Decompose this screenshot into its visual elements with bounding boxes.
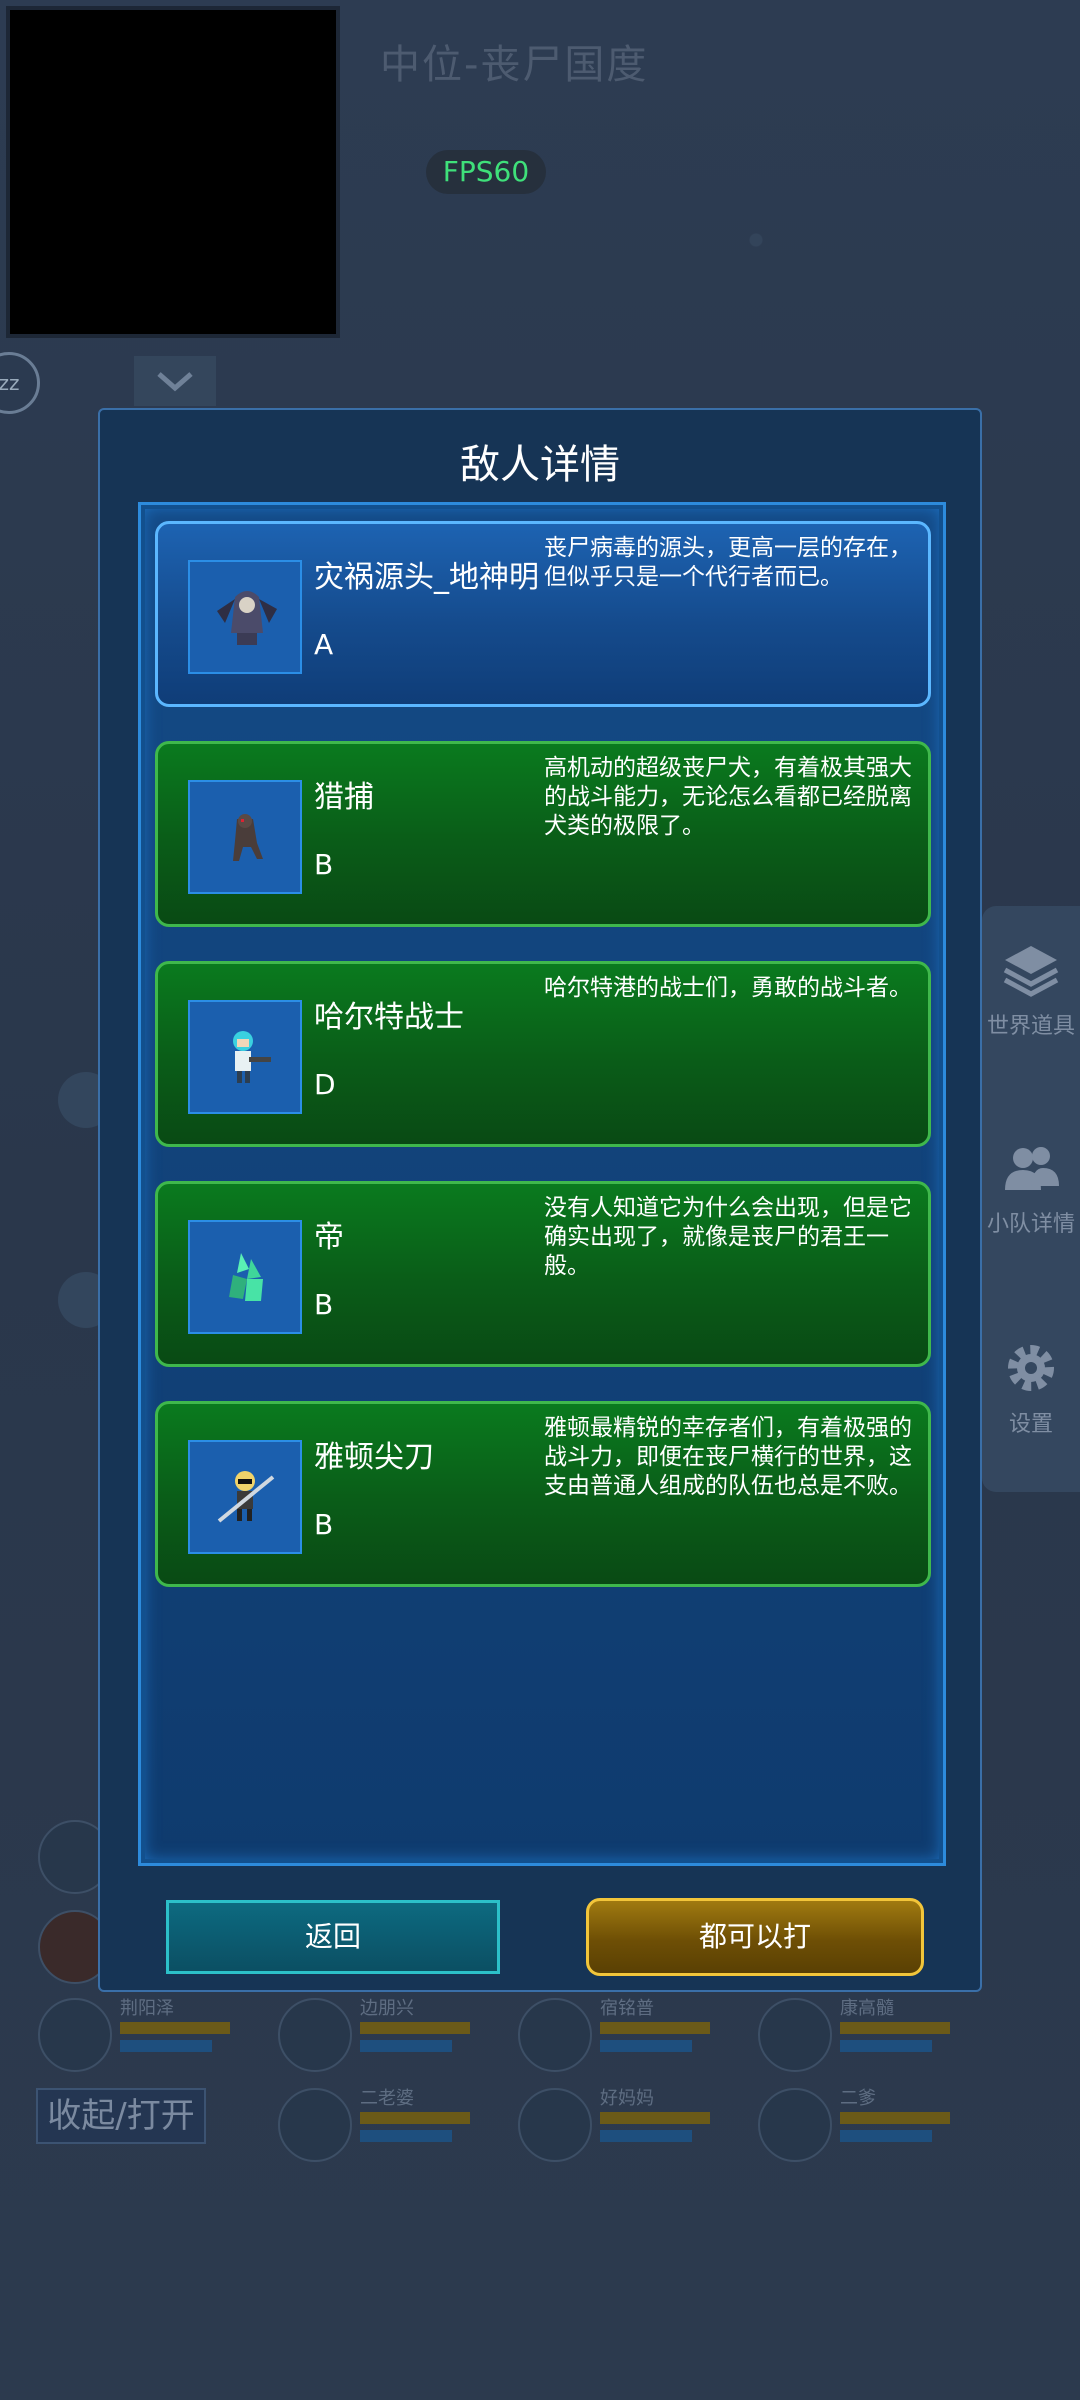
enemy-description: 雅顿最精锐的幸存者们，有着极强的战斗力，即便在丧尸横行的世界，这支由普通人组成的… <box>544 1415 912 1499</box>
enemy-list[interactable]: 灾祸源头_地神明 A 丧尸病毒的源头，更高一层的存在，但似乎只是一个代行者而已。… <box>138 502 946 1866</box>
stage-title: 中位-丧尸国度 <box>380 42 649 88</box>
team-member[interactable]: 二老婆 <box>278 2088 498 2168</box>
team-member[interactable]: 荆阳泽 <box>38 1998 258 2078</box>
avatar <box>278 2088 352 2162</box>
enemy-card[interactable]: 帝 B 没有人知道它为什么会出现，但是它确实出现了，就像是丧尸的君王一般。 <box>155 1181 931 1367</box>
collapse-arrow-button[interactable] <box>134 356 216 406</box>
enemy-name: 灾祸源头_地神明 <box>314 560 539 595</box>
hp-bar <box>840 2112 950 2124</box>
member-name: 宿铭普 <box>600 1998 654 2019</box>
back-button[interactable]: 返回 <box>166 1900 500 1974</box>
collapse-toggle-button[interactable]: 收起/打开 <box>36 2088 206 2144</box>
avatar <box>758 2088 832 2162</box>
side-item-team-details[interactable]: 小队详情 <box>982 1104 1080 1264</box>
team-member[interactable]: 边朋兴 <box>278 1998 498 2078</box>
member-name: 二老婆 <box>360 2088 414 2109</box>
mp-bar <box>600 2040 692 2052</box>
enemy-card[interactable]: 雅顿尖刀 B 雅顿最精锐的幸存者们，有着极强的战斗力，即便在丧尸横行的世界，这支… <box>155 1401 931 1587</box>
enemy-description: 哈尔特港的战士们，勇敢的战斗者。 <box>544 975 912 1001</box>
member-name: 康高髓 <box>840 1998 894 2019</box>
enemy-rank: B <box>314 1508 334 1541</box>
member-name: 边朋兴 <box>360 1998 414 2019</box>
enemy-details-dialog: 敌人详情 灾祸源头_地神明 A 丧尸病毒的源头，更高一层的存在，但似乎只是一个代… <box>98 408 982 1992</box>
hp-bar <box>360 2022 470 2034</box>
member-name: 荆阳泽 <box>120 1998 174 2019</box>
team-member[interactable]: 宿铭普 <box>518 1998 738 2078</box>
soldier-sprite-icon <box>233 1031 271 1083</box>
mp-bar <box>360 2130 452 2142</box>
enemy-description: 高机动的超级丧尸犬，有着极其强大的战斗能力，无论怎么看都已经脱离犬类的极限了。 <box>544 755 912 839</box>
enemy-rank: D <box>314 1068 336 1101</box>
zombie-dog-sprite-icon <box>233 814 263 861</box>
avatar <box>518 2088 592 2162</box>
gear-icon <box>1008 1345 1054 1391</box>
mp-bar <box>120 2040 212 2052</box>
dialog-title: 敌人详情 <box>460 442 620 488</box>
enemy-card[interactable]: 猎捕 B 高机动的超级丧尸犬，有着极其强大的战斗能力，无论怎么看都已经脱离犬类的… <box>155 741 931 927</box>
team-member[interactable]: 好妈妈 <box>518 2088 738 2168</box>
mp-bar <box>600 2130 692 2142</box>
enemy-card[interactable]: 灾祸源头_地神明 A 丧尸病毒的源头，更高一层的存在，但似乎只是一个代行者而已。 <box>155 521 931 707</box>
enemy-name: 帝 <box>314 1220 344 1255</box>
reaper-sprite-icon <box>217 591 277 645</box>
mp-bar <box>840 2130 932 2142</box>
mp-bar <box>840 2040 932 2052</box>
enemy-portrait <box>188 1440 302 1554</box>
side-item-settings[interactable]: 设置 <box>982 1304 1080 1464</box>
mp-bar <box>360 2040 452 2052</box>
can-fight-all-button[interactable]: 都可以打 <box>586 1898 924 1976</box>
enemy-rank: B <box>314 848 334 881</box>
crystal-king-sprite-icon <box>229 1253 263 1301</box>
hp-bar <box>120 2022 230 2034</box>
enemy-name: 哈尔特战士 <box>314 1000 464 1035</box>
fps-counter: FPS60 <box>426 150 546 194</box>
enemy-rank: A <box>314 628 334 661</box>
hp-bar <box>840 2022 950 2034</box>
side-item-label: 设置 <box>1008 1412 1053 1437</box>
avatar <box>518 1998 592 2072</box>
enemy-name: 猎捕 <box>314 780 374 815</box>
enemy-card[interactable]: 哈尔特战士 D 哈尔特港的战士们，勇敢的战斗者。 <box>155 961 931 1147</box>
enemy-name: 雅顿尖刀 <box>314 1440 434 1475</box>
avatar <box>278 1998 352 2072</box>
enemy-portrait <box>188 780 302 894</box>
team-icon <box>1005 1147 1059 1190</box>
side-item-label: 世界道具 <box>986 1014 1075 1039</box>
side-menu: 世界道具 小队详情 设置 <box>982 906 1080 1492</box>
enemy-rank: B <box>314 1288 334 1321</box>
enemy-portrait <box>188 560 302 674</box>
team-member[interactable]: 二爹 <box>758 2088 978 2168</box>
avatar <box>38 1998 112 2072</box>
chevron-down-icon <box>157 372 193 392</box>
enemy-description: 没有人知道它为什么会出现，但是它确实出现了，就像是丧尸的君王一般。 <box>544 1195 912 1279</box>
side-item-world-items[interactable]: 世界道具 <box>982 906 1080 1066</box>
hp-bar <box>600 2022 710 2034</box>
layers-icon <box>1003 946 1059 997</box>
hp-bar <box>600 2112 710 2124</box>
avatar <box>758 1998 832 2072</box>
team-member[interactable]: 康高髓 <box>758 1998 978 2078</box>
member-name: 二爹 <box>840 2088 876 2109</box>
enemy-description: 丧尸病毒的源头，更高一层的存在，但似乎只是一个代行者而已。 <box>544 535 912 590</box>
enemy-portrait <box>188 1000 302 1114</box>
hp-bar <box>360 2112 470 2124</box>
enemy-portrait <box>188 1220 302 1334</box>
minimap[interactable] <box>6 6 340 338</box>
blade-fighter-sprite-icon <box>217 1471 275 1523</box>
side-item-label: 小队详情 <box>986 1212 1075 1237</box>
member-name: 好妈妈 <box>600 2088 654 2109</box>
